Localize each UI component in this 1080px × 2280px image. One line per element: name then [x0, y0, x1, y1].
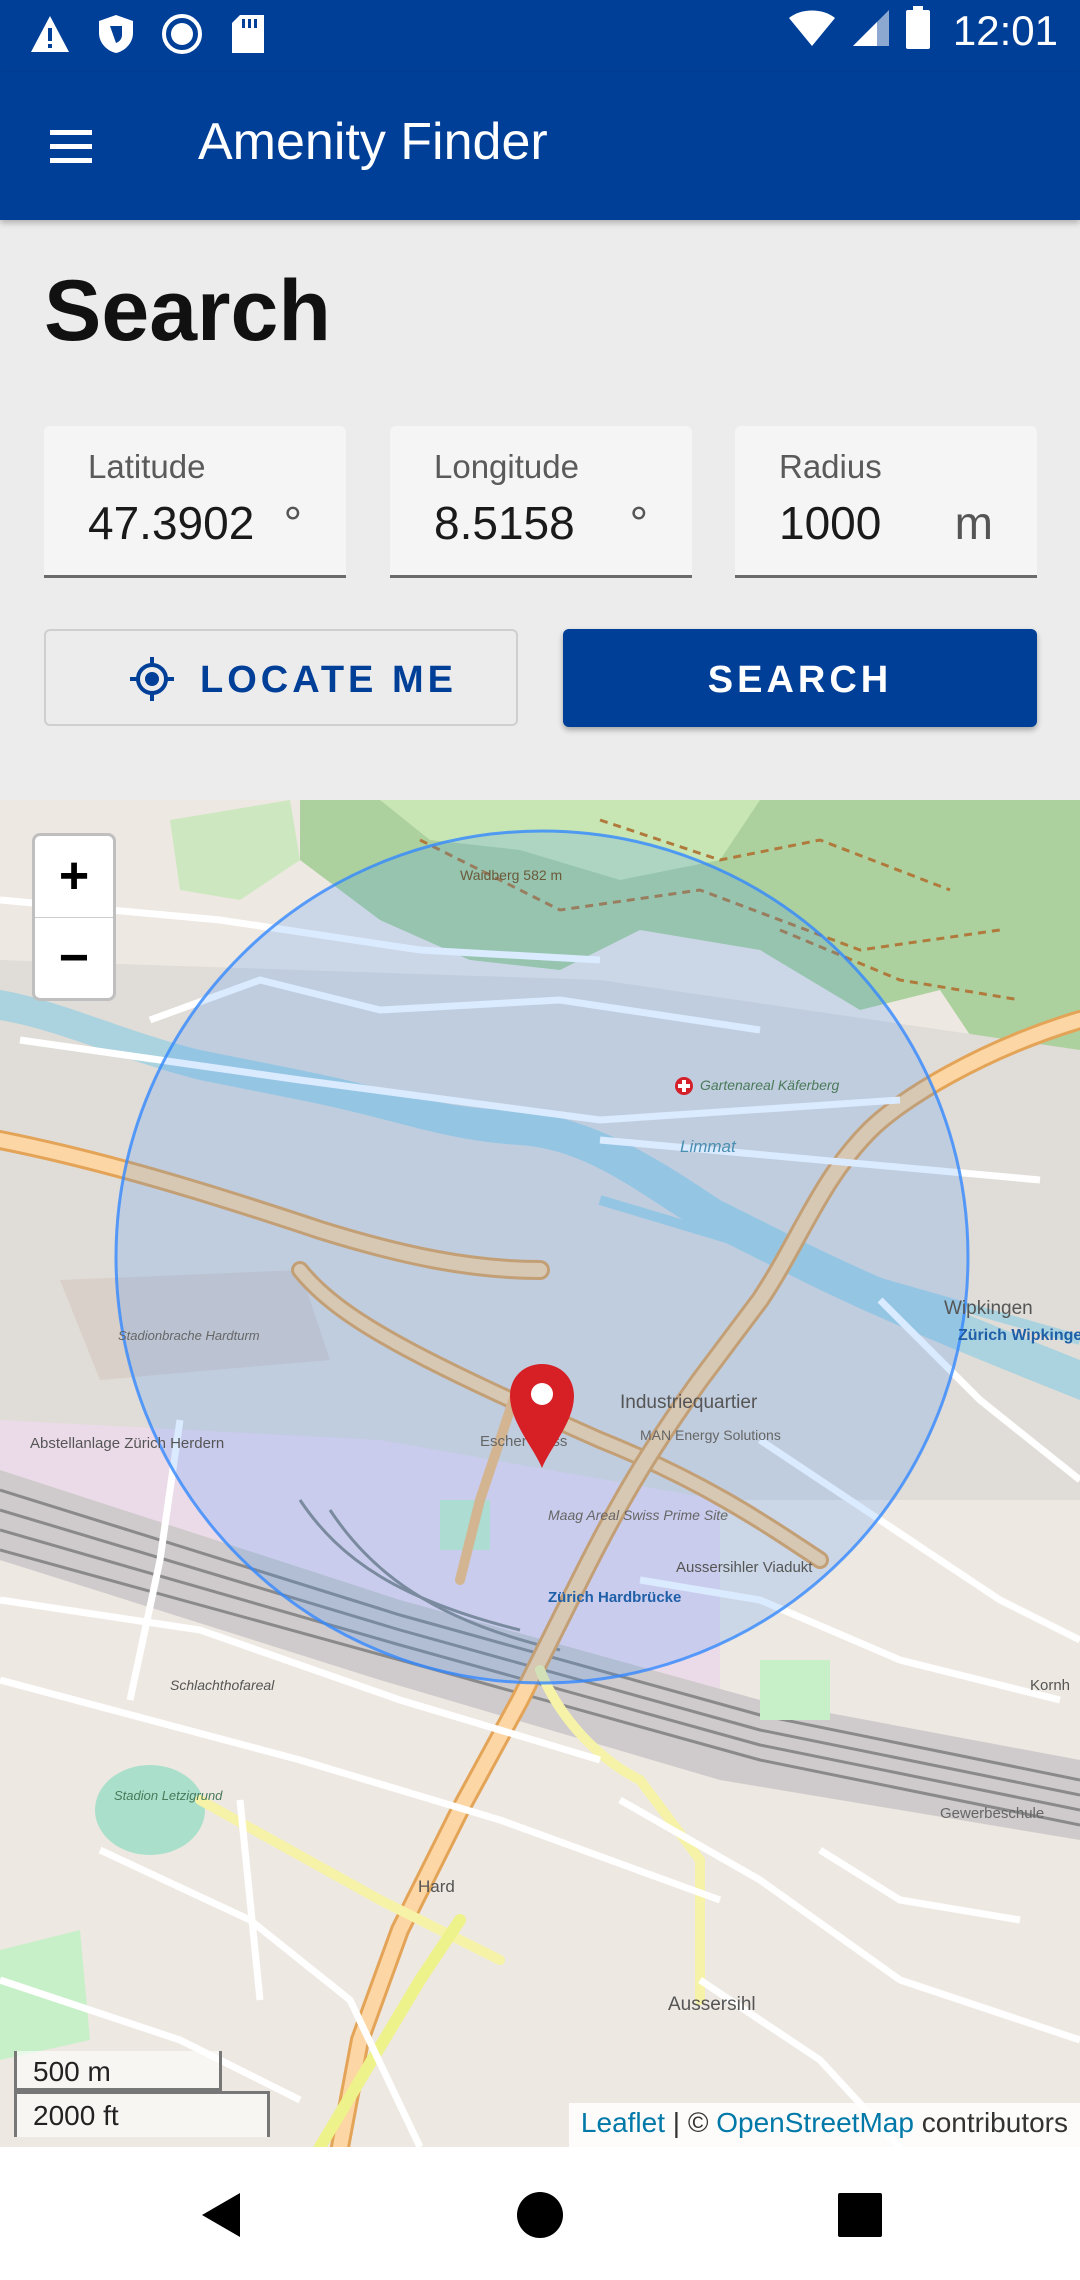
degree-suffix: °	[283, 497, 302, 549]
scale-imperial: 2000 ft	[14, 2091, 270, 2137]
map-view[interactable]: Wipkingen Zürich Wipkingen Industriequar…	[0, 800, 1080, 2147]
label-zurich-wipkingen: Zürich Wipkingen	[958, 1327, 1080, 1344]
locate-me-label: LOCATE ME	[200, 659, 457, 701]
leaflet-link[interactable]: Leaflet	[581, 2107, 665, 2138]
label-man-energy: MAN Energy Solutions	[640, 1427, 781, 1443]
crosshair-location-icon	[128, 655, 176, 703]
osm-link[interactable]: OpenStreetMap	[716, 2107, 914, 2138]
sd-card-icon	[226, 12, 270, 56]
page-title: Search	[44, 263, 331, 359]
latitude-field[interactable]: Latitude 47.3902 °	[44, 426, 346, 578]
label-maag-areal: Maag Areal Swiss Prime Site	[548, 1507, 728, 1523]
location-marker-icon[interactable]	[506, 1360, 578, 1470]
search-button[interactable]: SEARCH	[563, 629, 1037, 727]
zoom-control: + −	[32, 833, 116, 1001]
radius-label: Radius	[779, 448, 882, 485]
label-abstellanlage: Abstellanlage Zürich Herdern	[30, 1435, 224, 1452]
longitude-value[interactable]: 8.5158	[434, 496, 575, 550]
locate-me-button[interactable]: LOCATE ME	[44, 629, 518, 726]
radius-field[interactable]: Radius 1000 m	[735, 426, 1037, 578]
zoom-out-button[interactable]: −	[35, 918, 113, 999]
label-stadion-letzigrund: Stadion Letzigrund	[114, 1788, 223, 1803]
recents-square-icon[interactable]	[830, 2185, 890, 2245]
status-bar: 12:01	[0, 0, 1080, 72]
label-schlachthofareal: Schlachthofareal	[170, 1677, 275, 1693]
attribution-separator: | ©	[665, 2107, 717, 2138]
label-hard: Hard	[418, 1877, 455, 1896]
label-zurich-hardbruecke: Zürich Hardbrücke	[548, 1589, 681, 1606]
label-wipkingen: Wipkingen	[944, 1298, 1033, 1319]
latitude-value[interactable]: 47.3902	[88, 496, 254, 550]
app-title: Amenity Finder	[198, 113, 548, 171]
scale-metric: 500 m	[14, 2051, 222, 2091]
clock: 12:01	[952, 6, 1058, 54]
label-aussersihl: Aussersihl	[668, 1994, 756, 2015]
label-limmat: Limmat	[680, 1137, 737, 1156]
degree-suffix: °	[629, 497, 648, 549]
map-attribution: Leaflet | © OpenStreetMap contributors	[568, 2103, 1080, 2147]
hamburger-menu-icon[interactable]	[40, 116, 100, 176]
label-industriequartier: Industriequartier	[620, 1392, 758, 1413]
latitude-label: Latitude	[88, 448, 206, 485]
longitude-field[interactable]: Longitude 8.5158 °	[390, 426, 692, 578]
record-icon	[160, 12, 204, 56]
attribution-suffix: contributors	[913, 2107, 1068, 2138]
home-circle-icon[interactable]	[510, 2185, 570, 2245]
radius-value[interactable]: 1000	[779, 496, 881, 550]
longitude-label: Longitude	[434, 448, 579, 485]
map-tiles[interactable]: Wipkingen Zürich Wipkingen Industriequar…	[0, 800, 1080, 2147]
label-kornhaus: Kornh	[1030, 1677, 1070, 1694]
wifi-icon	[787, 8, 837, 53]
warning-icon	[28, 12, 72, 56]
label-gartenareal: Gartenareal Käferberg	[700, 1077, 840, 1093]
label-stadionbrache: Stadionbrache Hardturm	[118, 1328, 260, 1343]
app-bar: Amenity Finder	[0, 72, 1080, 220]
search-label: SEARCH	[707, 659, 893, 701]
shield-icon	[94, 12, 138, 56]
label-aussersihler-viadukt: Aussersihler Viadukt	[676, 1559, 813, 1576]
zoom-in-button[interactable]: +	[35, 836, 113, 918]
system-nav-bar	[0, 2147, 1080, 2280]
signal-icon	[851, 8, 891, 53]
label-waidberg: Waidberg 582 m	[460, 867, 562, 883]
back-triangle-icon[interactable]	[190, 2185, 250, 2245]
label-gewerbeschule: Gewerbeschule	[940, 1805, 1044, 1822]
meter-suffix: m	[954, 497, 993, 549]
battery-icon	[905, 6, 931, 55]
